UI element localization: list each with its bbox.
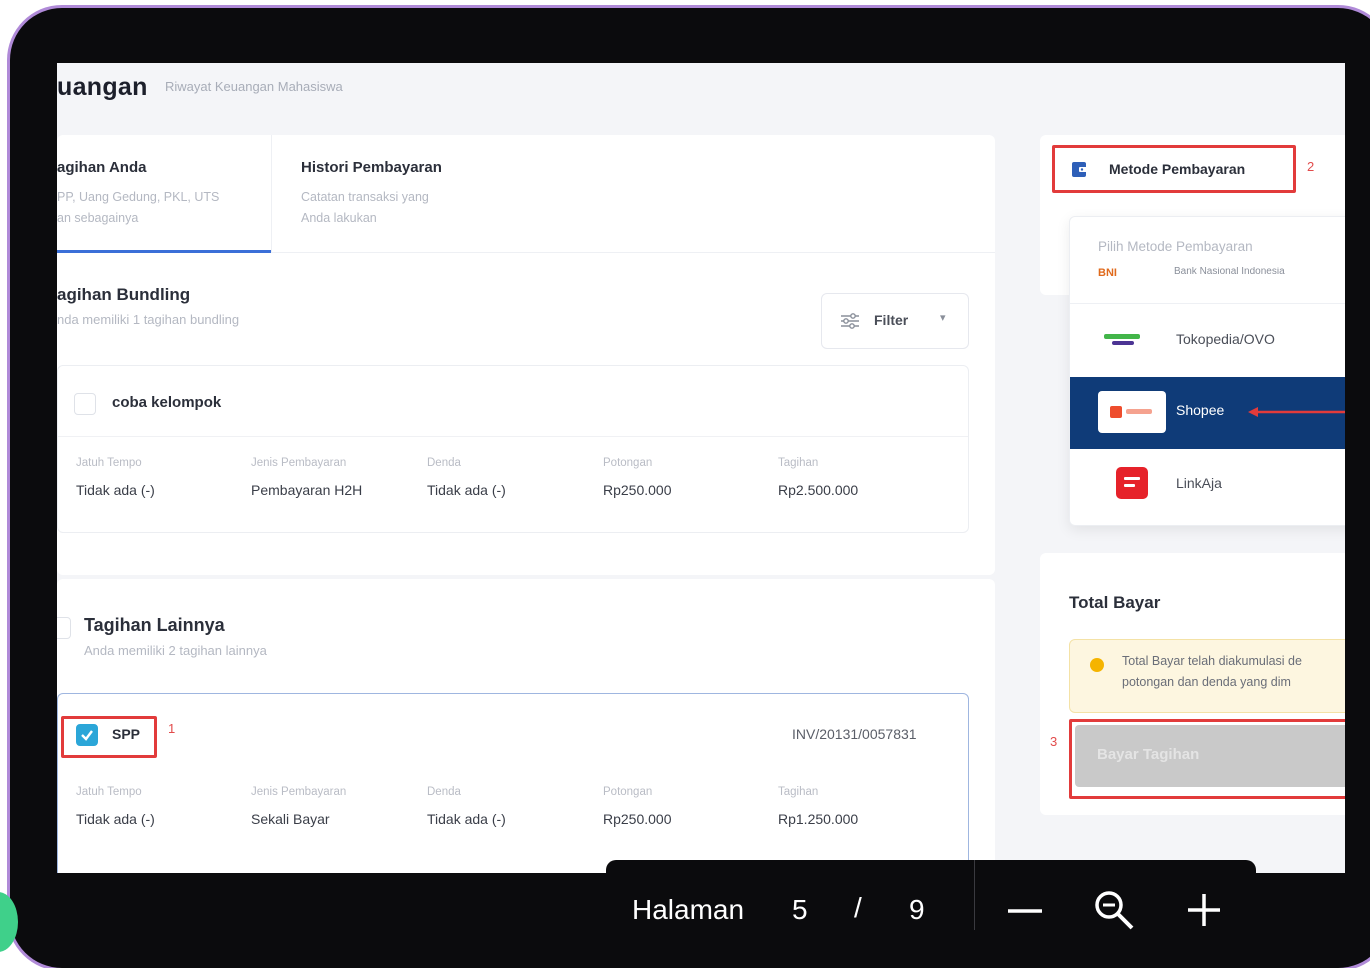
field-value-jatuh-tempo: Tidak ada (-) — [76, 811, 155, 827]
toolbar-divider — [974, 860, 975, 930]
page-subtitle: Riwayat Keuangan Mahasiswa — [165, 79, 343, 94]
card-divider — [58, 436, 968, 437]
divider — [1070, 303, 1345, 304]
filter-label: Filter — [874, 312, 909, 328]
payment-method-dropdown: Pilih Metode Pembayaran BNI Bank Nasiona… — [1069, 216, 1345, 526]
bundling-bill-card[interactable]: coba kelompok Jatuh Tempo Tidak ada (-) … — [57, 365, 969, 533]
chevron-down-icon: ▾ — [940, 312, 946, 324]
page-title: uangan — [57, 73, 148, 101]
field-label-tagihan: Tagihan — [778, 786, 819, 798]
field-label-jenis: Jenis Pembayaran — [251, 786, 347, 798]
bundling-checkbox[interactable] — [74, 393, 96, 415]
other-bills-select-all-checkbox[interactable] — [57, 617, 71, 639]
total-title: Total Bayar — [1069, 593, 1161, 612]
tab-desc-line1: Catatan transaksi yang — [301, 190, 429, 204]
total-pages: 9 — [909, 894, 925, 925]
field-value-jenis: Sekali Bayar — [251, 811, 330, 827]
current-page[interactable]: 5 — [792, 894, 808, 926]
spp-checkbox[interactable] — [76, 724, 98, 746]
annotation-number-2: 2 — [1307, 159, 1315, 174]
annotation-arrow-icon — [1248, 407, 1345, 417]
annotation-number-1: 1 — [168, 721, 176, 736]
tab-tagihan-anda[interactable]: agihan Anda PP, Uang Gedung, PKL, UTS an… — [57, 135, 271, 255]
tab-desc-line2: Anda lakukan — [301, 211, 377, 225]
other-bills-desc: Anda memiliki 2 tagihan lainnya — [84, 643, 267, 658]
page-separator: / — [854, 892, 862, 923]
payment-option-shopee[interactable]: Shopee — [1070, 377, 1345, 449]
page-label: Halaman — [632, 894, 745, 925]
zoom-out-icon[interactable] — [1006, 896, 1044, 926]
annotation-number-3: 3 — [1050, 734, 1058, 749]
payment-method-button[interactable]: Metode Pembayaran — [1052, 145, 1296, 193]
field-value-tagihan: Rp1.250.000 — [778, 811, 859, 827]
field-value-denda: Tidak ada (-) — [427, 811, 506, 827]
document-viewer-toolbar: Halaman 5 / 9 — [606, 860, 1256, 940]
bni-logo: BNI — [1098, 267, 1117, 279]
payment-option-label: Tokopedia/OVO — [1176, 331, 1275, 347]
field-label-denda: Denda — [427, 786, 461, 798]
tab-title: agihan Anda — [57, 159, 147, 176]
field-value-potongan: Rp250.000 — [603, 811, 672, 827]
field-value-potongan: Rp250.000 — [603, 482, 672, 498]
payment-option-tokopedia-ovo[interactable]: Tokopedia/OVO — [1070, 305, 1345, 375]
field-label-jatuh-tempo: Jatuh Tempo — [76, 457, 142, 469]
payment-option-label: LinkAja — [1176, 475, 1222, 491]
total-payment-card: Total Bayar Total Bayar telah diakumulas… — [1040, 553, 1345, 815]
filter-button[interactable]: Filter ▾ — [821, 293, 969, 349]
total-note-box: Total Bayar telah diakumulasi de potonga… — [1069, 639, 1345, 713]
field-value-jatuh-tempo: Tidak ada (-) — [76, 482, 155, 498]
tab-desc-line1: PP, Uang Gedung, PKL, UTS — [57, 190, 220, 204]
tab-desc-line2: an sebagainya — [57, 211, 139, 225]
zoom-in-icon[interactable] — [1186, 892, 1222, 928]
bundling-desc: nda memiliki 1 tagihan bundling — [57, 312, 240, 327]
spp-bill-name: SPP — [112, 726, 141, 742]
dropdown-header: Pilih Metode Pembayaran — [1098, 239, 1253, 254]
bundling-title: agihan Bundling — [57, 285, 191, 304]
pay-bill-label: Bayar Tagihan — [1097, 746, 1200, 763]
field-label-potongan: Potongan — [603, 786, 653, 798]
field-label-tagihan: Tagihan — [778, 457, 819, 469]
info-icon — [1090, 658, 1104, 672]
field-label-jatuh-tempo: Jatuh Tempo — [76, 786, 142, 798]
wallet-icon — [1072, 162, 1088, 177]
field-value-tagihan: Rp2.500.000 — [778, 482, 859, 498]
tab-histori-pembayaran[interactable]: Histori Pembayaran Catatan transaksi yan… — [301, 135, 561, 255]
tab-divider — [271, 135, 272, 253]
note-line-2: potongan dan denda yang dim — [1122, 675, 1291, 689]
field-value-denda: Tidak ada (-) — [427, 482, 506, 498]
active-tab-indicator — [57, 250, 271, 253]
tab-title: Histori Pembayaran — [301, 159, 442, 176]
tokopedia-ovo-logo — [1104, 332, 1156, 348]
pay-bill-button[interactable]: Bayar Tagihan — [1075, 725, 1345, 787]
shopee-logo — [1098, 391, 1166, 433]
bundling-bill-name: coba kelompok — [112, 394, 222, 411]
other-bills-title: Tagihan Lainnya — [84, 615, 225, 635]
payment-option-label: Shopee — [1176, 402, 1225, 418]
note-line-1: Total Bayar telah diakumulasi de — [1122, 654, 1302, 668]
bni-label: Bank Nasional Indonesia — [1174, 267, 1285, 277]
app-screen: uangan Riwayat Keuangan Mahasiswa agihan… — [57, 63, 1345, 873]
field-value-jenis: Pembayaran H2H — [251, 482, 363, 498]
field-label-denda: Denda — [427, 457, 461, 469]
spp-bill-card[interactable]: SPP 1 INV/20131/0057831 Jatuh Tempo Tida… — [57, 693, 969, 873]
payment-option-linkaja[interactable]: LinkAja — [1070, 449, 1345, 521]
field-label-potongan: Potongan — [603, 457, 653, 469]
linkaja-logo — [1116, 467, 1148, 499]
invoice-number: INV/20131/0057831 — [792, 726, 917, 742]
filter-icon — [841, 313, 859, 329]
check-icon — [81, 730, 93, 741]
payment-method-label: Metode Pembayaran — [1109, 161, 1246, 177]
field-label-jenis: Jenis Pembayaran — [251, 457, 347, 469]
zoom-search-icon[interactable] — [1092, 888, 1136, 932]
